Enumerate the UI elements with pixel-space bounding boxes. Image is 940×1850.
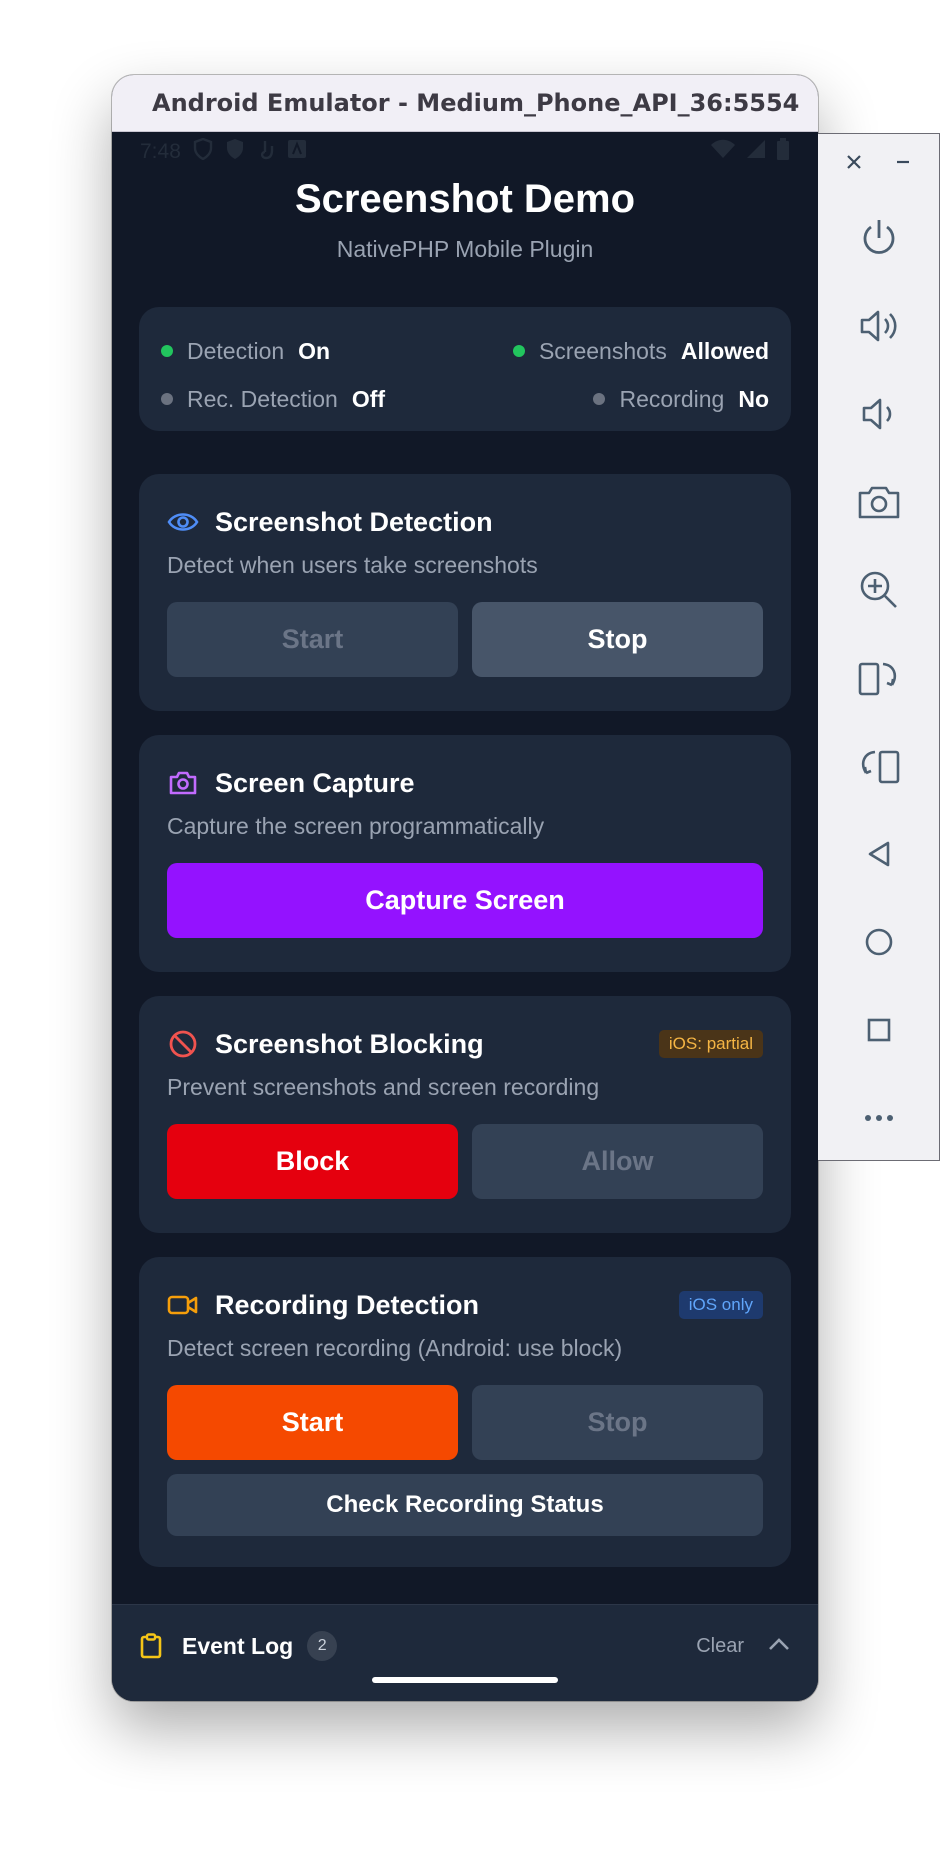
wifi-icon bbox=[710, 139, 736, 165]
emulator-controls-panel bbox=[818, 133, 940, 1161]
close-icon[interactable] bbox=[845, 153, 863, 176]
card-description: Capture the screen programmatically bbox=[167, 813, 545, 839]
power-button[interactable] bbox=[818, 194, 940, 282]
rec-detection-status: Rec. Detection Off bbox=[161, 386, 385, 413]
screenshot-detection-card: Screenshot Detection Detect when users t… bbox=[139, 474, 791, 711]
event-log-bar[interactable]: Event Log 2 Clear bbox=[112, 1604, 818, 1701]
status-label: Rec. Detection bbox=[187, 385, 338, 412]
home-button[interactable] bbox=[818, 898, 940, 986]
camera-icon bbox=[858, 486, 900, 519]
detection-status: Detection On bbox=[161, 338, 330, 365]
home-circle-icon bbox=[865, 928, 893, 956]
status-value: Off bbox=[351, 385, 386, 412]
card-description: Prevent screenshots and screen recording bbox=[167, 1074, 600, 1100]
signal-icon bbox=[746, 139, 766, 165]
screen-capture-card: Screen Capture Capture the screen progra… bbox=[139, 735, 791, 972]
rotate-left-button[interactable] bbox=[818, 634, 940, 722]
home-indicator[interactable] bbox=[372, 1677, 558, 1683]
square-icon bbox=[867, 1018, 891, 1042]
rotate-right-button[interactable] bbox=[818, 722, 940, 810]
allow-button[interactable]: Allow bbox=[472, 1124, 763, 1199]
ban-icon bbox=[167, 1028, 199, 1060]
card-title: Screenshot Blocking bbox=[215, 1028, 484, 1059]
status-dot bbox=[161, 345, 173, 357]
capture-screen-button[interactable]: Capture Screen bbox=[167, 863, 763, 938]
screenshot-blocking-card: Screenshot Blocking iOS: partial Prevent… bbox=[139, 996, 791, 1233]
emulator-window: Android Emulator - Medium_Phone_API_36:5… bbox=[112, 75, 818, 1701]
power-icon bbox=[863, 220, 895, 254]
rotate-right-icon bbox=[862, 750, 900, 784]
font-icon bbox=[287, 139, 307, 165]
zoom-in-icon bbox=[860, 571, 897, 608]
status-label: Screenshots bbox=[538, 337, 667, 364]
minimize-icon[interactable] bbox=[894, 153, 912, 176]
card-title: Screenshot Detection bbox=[215, 506, 493, 537]
screenshot-button[interactable] bbox=[818, 458, 940, 546]
video-icon bbox=[167, 1289, 199, 1321]
card-title: Screen Capture bbox=[215, 767, 415, 798]
volume-up-icon bbox=[860, 310, 897, 342]
zoom-button[interactable] bbox=[818, 546, 940, 634]
status-value: No bbox=[738, 385, 769, 412]
status-dot bbox=[593, 393, 606, 405]
clipboard-icon bbox=[140, 1633, 164, 1659]
status-label: Detection bbox=[187, 337, 285, 364]
shield-filled-icon bbox=[225, 138, 245, 166]
status-time: 7:48 bbox=[140, 140, 181, 163]
status-summary: Detection On Screenshots Allowed Rec. De… bbox=[139, 307, 791, 431]
battery-icon bbox=[776, 138, 790, 166]
recording-status: Recording No bbox=[593, 386, 769, 413]
status-value: On bbox=[298, 337, 331, 364]
status-dot bbox=[161, 393, 173, 405]
chevron-up-icon[interactable] bbox=[768, 1637, 790, 1656]
app-title: Screenshot Demo bbox=[294, 177, 636, 221]
check-recording-status-button[interactable]: Check Recording Status bbox=[167, 1474, 763, 1536]
touch-icon bbox=[257, 138, 275, 166]
back-icon bbox=[868, 841, 890, 867]
card-title: Recording Detection bbox=[215, 1289, 480, 1320]
eye-icon bbox=[167, 506, 199, 538]
recording-start-button[interactable]: Start bbox=[167, 1385, 458, 1460]
platform-badge: iOS only bbox=[678, 1291, 763, 1319]
detection-stop-button[interactable]: Stop bbox=[472, 602, 763, 677]
card-description: Detect when users take screenshots bbox=[167, 552, 538, 578]
shield-outline-icon bbox=[193, 137, 213, 166]
volume-down-icon bbox=[862, 398, 892, 430]
clear-log-button[interactable]: Clear bbox=[696, 1635, 744, 1658]
screenshots-status: Screenshots Allowed bbox=[512, 337, 769, 365]
overview-button[interactable] bbox=[818, 986, 940, 1074]
more-button[interactable] bbox=[818, 1074, 940, 1162]
event-log-title: Event Log bbox=[182, 1632, 294, 1659]
status-label: Recording bbox=[619, 385, 725, 412]
detection-start-button[interactable]: Start bbox=[167, 602, 458, 677]
app-subtitle: NativePHP Mobile Plugin bbox=[336, 236, 594, 262]
status-value: Allowed bbox=[680, 337, 769, 364]
back-button[interactable] bbox=[818, 810, 940, 898]
status-bar: 7:48 bbox=[112, 132, 818, 172]
recording-detection-card: Recording Detection iOS only Detect scre… bbox=[139, 1257, 791, 1567]
card-description: Detect screen recording (Android: use bl… bbox=[167, 1335, 623, 1361]
rotate-left-icon bbox=[858, 662, 896, 696]
volume-down-button[interactable] bbox=[818, 370, 940, 458]
recording-stop-button[interactable]: Stop bbox=[472, 1385, 763, 1460]
volume-up-button[interactable] bbox=[818, 282, 940, 370]
event-count-badge: 2 bbox=[307, 1631, 338, 1661]
camera-icon bbox=[167, 767, 199, 799]
block-button[interactable]: Block bbox=[167, 1124, 458, 1199]
window-title: Android Emulator - Medium_Phone_API_36:5… bbox=[112, 75, 818, 132]
more-icon bbox=[865, 1115, 893, 1121]
platform-badge: iOS: partial bbox=[658, 1030, 763, 1058]
phone-screen: 7:48 Screenshot Demo NativePHP Mobile Pl… bbox=[112, 132, 818, 1701]
status-dot bbox=[512, 345, 525, 357]
